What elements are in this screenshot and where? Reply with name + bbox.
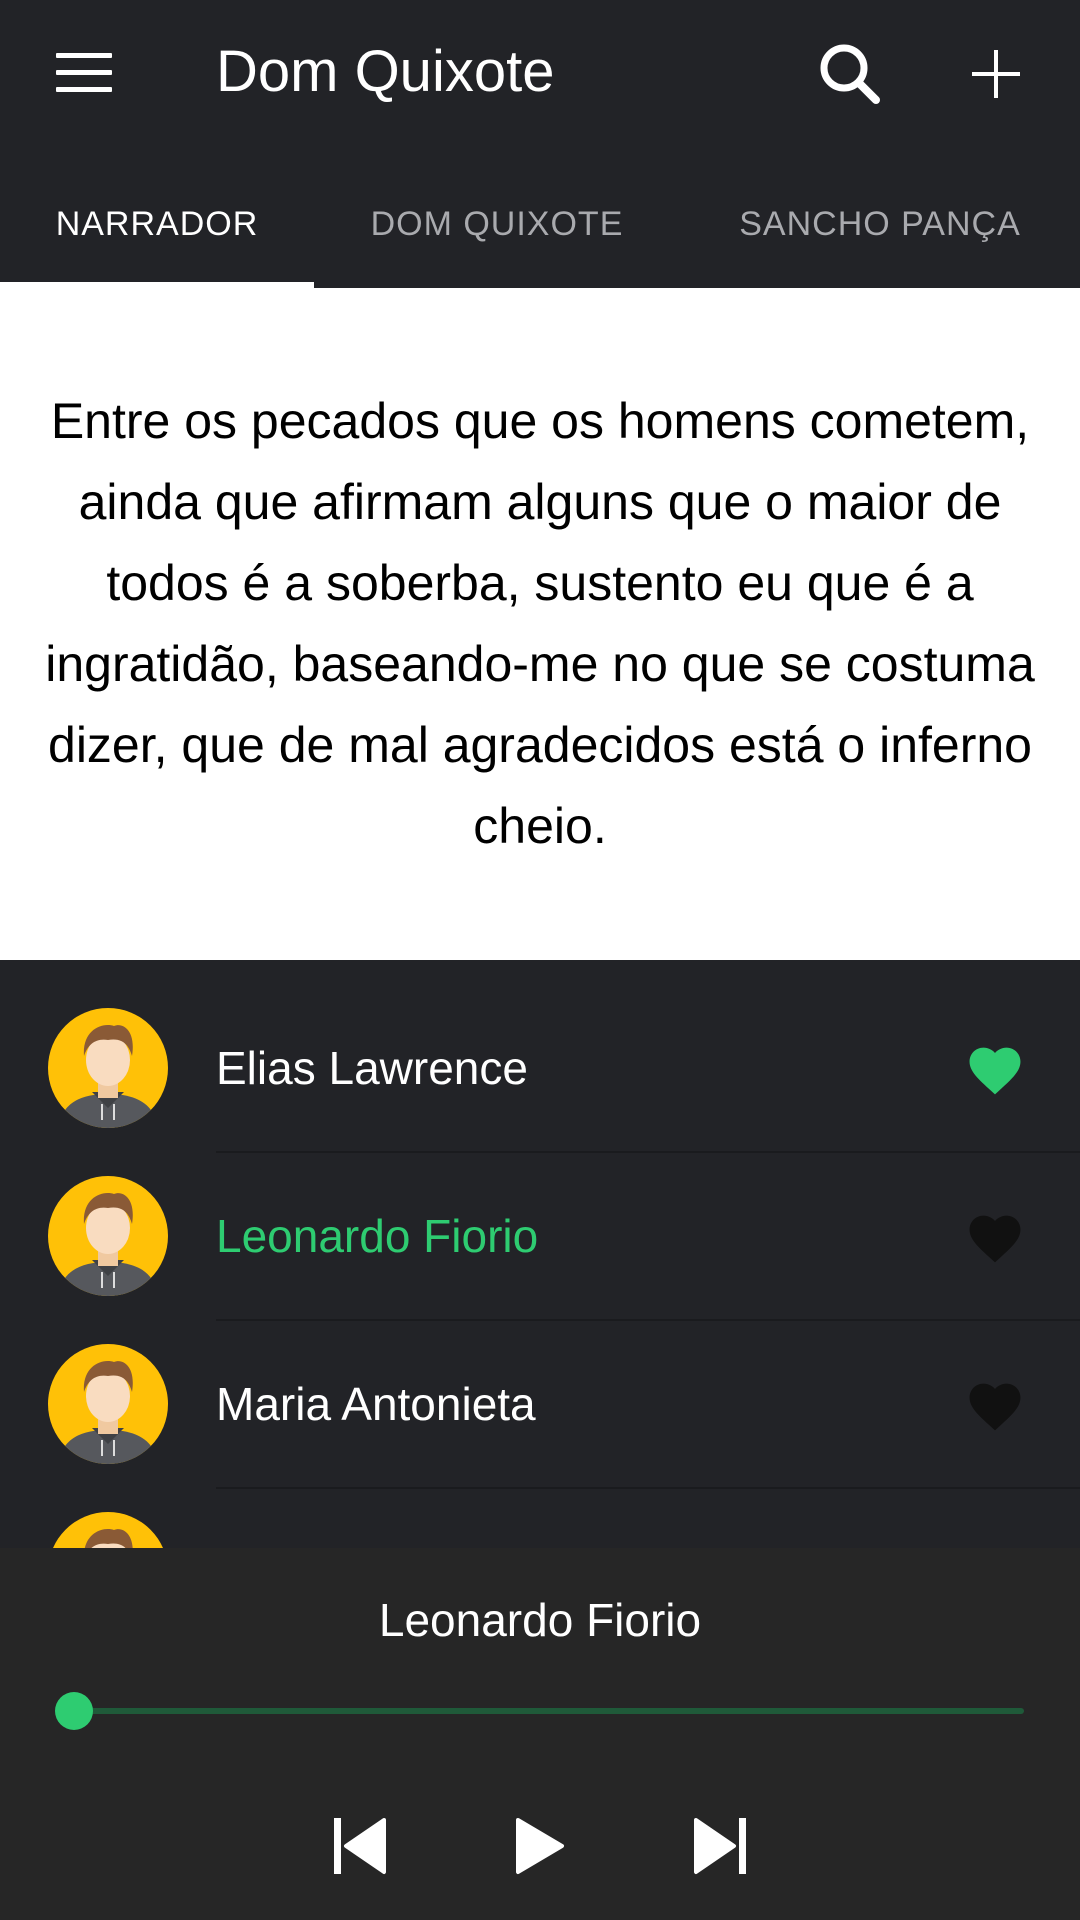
skip-previous-icon xyxy=(334,1818,386,1874)
menu-icon xyxy=(56,53,112,92)
progress-thumb[interactable] xyxy=(55,1692,93,1730)
tab-narrador[interactable]: NARRADOR xyxy=(0,160,314,288)
list-item[interactable]: Leonardo Fiorio xyxy=(0,1128,1080,1321)
tab-bar: NARRADOR DOM QUIXOTE SANCHO PANÇA xyxy=(0,160,1080,288)
now-playing-title: Leonardo Fiorio xyxy=(378,1594,702,1646)
app-screen: Dom Quixote NARRADOR DOM QUIXOTE SANCHO … xyxy=(0,0,1080,1920)
tab-dom-quixote[interactable]: DOM QUIXOTE xyxy=(314,160,680,288)
app-title: Dom Quixote xyxy=(216,39,555,104)
heart-icon[interactable] xyxy=(964,1040,1026,1096)
menu-button[interactable] xyxy=(44,40,124,106)
progress-track[interactable] xyxy=(55,1692,1024,1730)
list-item-name: Leonardo Fiorio xyxy=(216,1210,539,1262)
search-icon xyxy=(820,44,880,104)
play-icon xyxy=(516,1818,564,1874)
list-item-name: Maria Antonieta xyxy=(216,1378,536,1430)
tab-sancho-panca[interactable]: SANCHO PANÇA xyxy=(680,160,1080,288)
list-item[interactable] xyxy=(0,1464,1080,1548)
next-button[interactable] xyxy=(680,1806,760,1886)
avatar-icon xyxy=(48,1512,168,1548)
app-bar: Dom Quixote NARRADOR DOM QUIXOTE SANCHO … xyxy=(0,0,1080,288)
previous-button[interactable] xyxy=(320,1806,400,1886)
avatar-icon xyxy=(48,1176,168,1296)
narrator-list[interactable]: Elias Lawrence Leonardo Fiorio Maria Ant… xyxy=(0,960,1080,1548)
list-item-name: Elias Lawrence xyxy=(216,1042,528,1094)
quote-card: Entre os pecados que os homens cometem, … xyxy=(0,288,1080,960)
heart-icon[interactable] xyxy=(964,1208,1026,1264)
avatar-icon xyxy=(48,1008,168,1128)
avatar-icon xyxy=(48,1344,168,1464)
plus-icon xyxy=(972,50,1020,98)
toolbar: Dom Quixote xyxy=(0,0,1080,146)
skip-next-icon xyxy=(694,1818,746,1874)
play-button[interactable] xyxy=(500,1806,580,1886)
search-button[interactable] xyxy=(810,36,890,112)
heart-icon[interactable] xyxy=(964,1376,1026,1432)
list-item[interactable]: Elias Lawrence xyxy=(0,960,1080,1153)
add-button[interactable] xyxy=(956,36,1036,112)
list-item[interactable]: Maria Antonieta xyxy=(0,1296,1080,1489)
audio-player: Leonardo Fiorio xyxy=(0,1548,1080,1920)
quote-text: Entre os pecados que os homens cometem, … xyxy=(45,393,1035,854)
